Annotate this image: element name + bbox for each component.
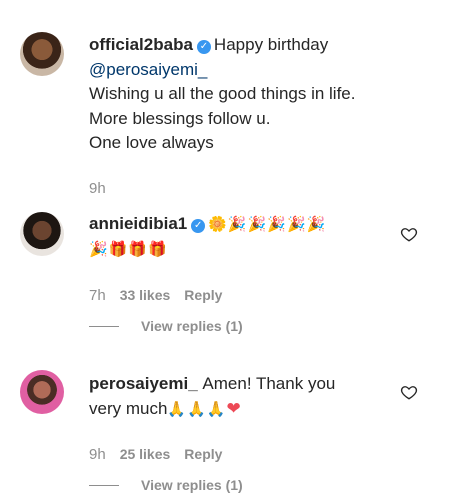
- verified-badge-icon: ✓: [196, 40, 211, 54]
- divider-line: [89, 484, 119, 486]
- timestamp[interactable]: 9h: [89, 180, 106, 197]
- verified-badge-icon: ✓: [191, 219, 206, 233]
- emoji-text: 🙏🙏🙏: [167, 399, 227, 418]
- comment-meta: 9h: [89, 180, 106, 197]
- username[interactable]: perosaiyemi_: [89, 374, 198, 393]
- red-heart-icon: ❤: [226, 398, 241, 418]
- divider-line: [89, 325, 119, 327]
- username[interactable]: official2baba: [89, 35, 193, 54]
- emoji-text: 🌼🎉🎉🎉🎉🎉: [208, 215, 327, 233]
- view-replies-link[interactable]: View replies (1): [89, 477, 243, 493]
- avatar[interactable]: [20, 212, 64, 256]
- reply-button[interactable]: Reply: [184, 287, 222, 303]
- comment-text: annieidibia1 ✓ 🌼🎉🎉🎉🎉🎉 🎉🎁🎁🎁: [89, 212, 399, 261]
- timestamp[interactable]: 9h: [89, 446, 106, 463]
- view-replies-link[interactable]: View replies (1): [89, 318, 243, 334]
- comment-text: perosaiyemi_ Amen! Thank you very much🙏🙏…: [89, 374, 336, 418]
- comment-meta: 9h 25 likes Reply: [89, 446, 222, 463]
- reply-button[interactable]: Reply: [184, 446, 222, 462]
- likes-count[interactable]: 33 likes: [120, 287, 171, 303]
- emoji-text: 🎉🎁🎁🎁: [89, 239, 168, 258]
- like-heart-icon[interactable]: [400, 383, 418, 401]
- timestamp[interactable]: 7h: [89, 287, 106, 304]
- comment-text: official2baba ✓ Happy birthday @perosaiyem…: [89, 35, 356, 152]
- likes-count[interactable]: 25 likes: [120, 446, 171, 462]
- avatar[interactable]: [20, 370, 64, 414]
- username[interactable]: annieidibia1: [89, 214, 187, 233]
- mention-link[interactable]: @perosaiyemi_: [89, 60, 207, 79]
- like-heart-icon[interactable]: [400, 225, 418, 243]
- comment-meta: 7h 33 likes Reply: [89, 287, 222, 304]
- avatar[interactable]: [20, 32, 64, 76]
